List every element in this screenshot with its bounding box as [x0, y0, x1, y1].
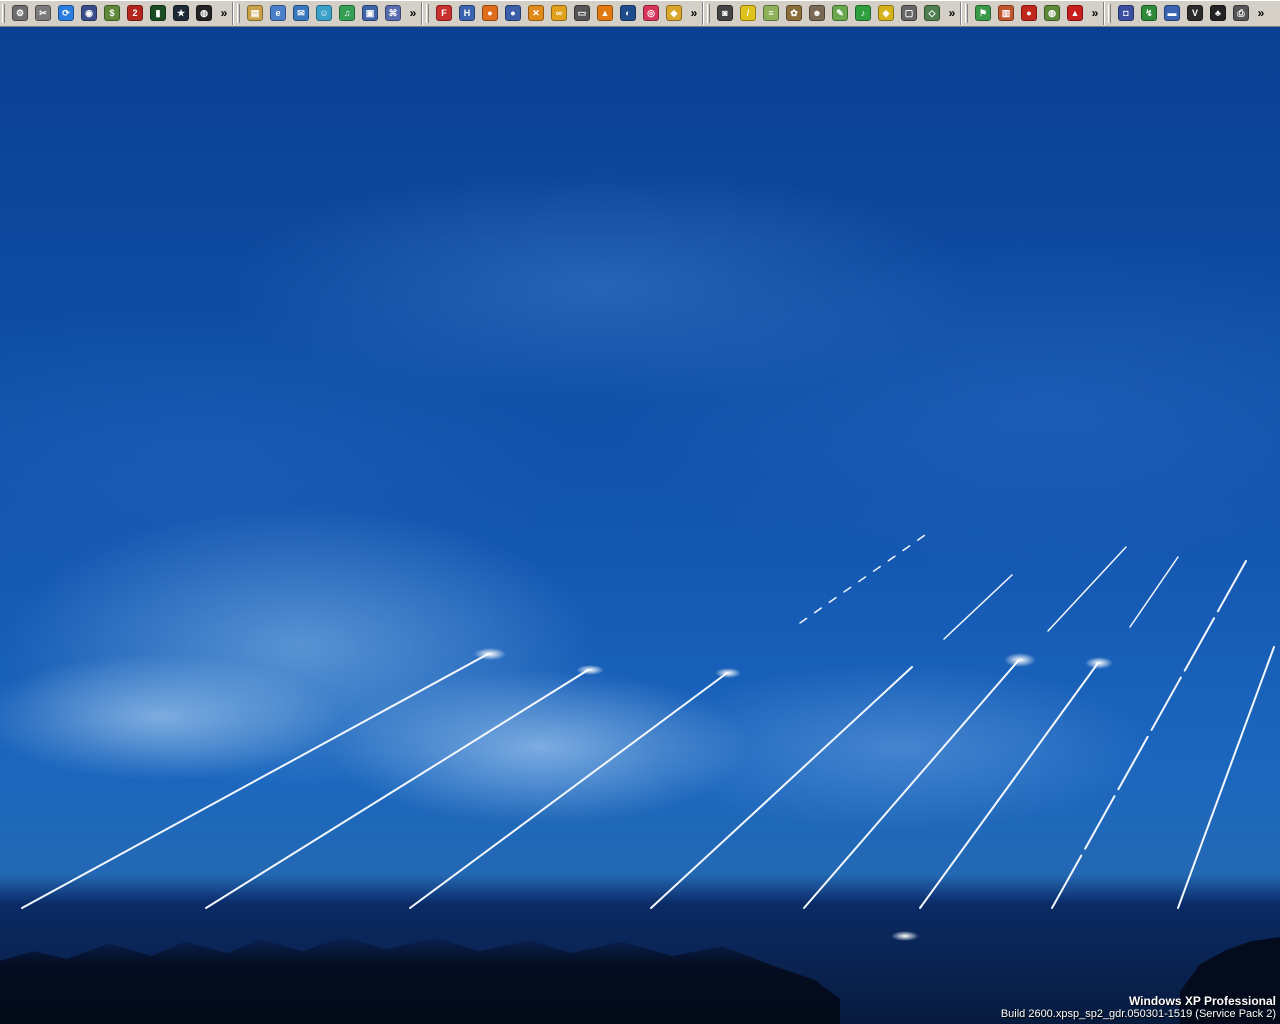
audio-icon[interactable]: ♪: [855, 5, 871, 21]
chat-icon[interactable]: ∞: [551, 5, 567, 21]
vr-icon[interactable]: V: [1187, 5, 1203, 21]
penguin-icon[interactable]: ♣: [1210, 5, 1226, 21]
acrobat-icon[interactable]: ▲: [1067, 5, 1083, 21]
toolbar-grip-handle[interactable]: [237, 3, 240, 23]
outlook-icon[interactable]: ✉: [293, 5, 309, 21]
disk-manager-icon[interactable]: ◉: [81, 5, 97, 21]
steam-icon[interactable]: ◍: [196, 5, 212, 21]
gimp-icon[interactable]: ☻: [809, 5, 825, 21]
toolbar-separator: [232, 1, 234, 25]
virtualbox-icon[interactable]: ◘: [1118, 5, 1134, 21]
flag-icon[interactable]: ⚑: [975, 5, 991, 21]
firefox-icon[interactable]: ●: [482, 5, 498, 21]
star-app-icon[interactable]: ★: [173, 5, 189, 21]
folder-icon[interactable]: ▤: [247, 5, 263, 21]
toolbar-group-2: ▤ e ✉ ☺ ♫ ▣ ⌘ »: [235, 0, 420, 27]
tools-icon[interactable]: ✂: [35, 5, 51, 21]
toolbar-grip-handle[interactable]: [965, 3, 968, 23]
toolbar-group-5: ⚑ ▥ ● ◍ ▲ »: [963, 0, 1102, 27]
toolbar-group-3: F H ● ● ✕ ∞ ▭ ▲ ◐ ◎ ◆ »: [424, 0, 701, 27]
toolbar-overflow-chevron[interactable]: »: [945, 6, 959, 20]
windows-version-watermark: Windows XP Professional Build 2600.xpsp_…: [1001, 994, 1276, 1020]
notes-icon[interactable]: ≡: [763, 5, 779, 21]
google-earth-icon[interactable]: ◐: [620, 5, 636, 21]
toolbar-grip-handle[interactable]: [2, 3, 5, 23]
toolbar-overflow-chevron[interactable]: »: [687, 6, 701, 20]
filezilla-icon[interactable]: F: [436, 5, 452, 21]
messenger-icon[interactable]: ☺: [316, 5, 332, 21]
toolbar-group-1: ⚙ ✂ ⟳ ◉ $2 ▮ ★ ◍ »: [0, 0, 231, 27]
palette-icon[interactable]: ✿: [786, 5, 802, 21]
media-icon[interactable]: ♫: [339, 5, 355, 21]
os-edition-label: Windows XP Professional: [1128, 994, 1276, 1008]
monitor-chart-icon[interactable]: ↯: [1141, 5, 1157, 21]
network-icon[interactable]: ⌘: [385, 5, 401, 21]
light-trails: [21, 534, 1275, 941]
toolbar-overflow-chevron[interactable]: »: [1254, 6, 1268, 20]
ticket-icon[interactable]: ◆: [666, 5, 682, 21]
toolbar-overflow-chevron[interactable]: »: [1088, 6, 1102, 20]
quick-launch-toolbar: ⚙ ✂ ⟳ ◉ $2 ▮ ★ ◍ » ▤ e ✉ ☺ ♫ ▣ ⌘ » F H ● ● ✕ ∞ ▭ ▲ ◐ ◎ ◆ » ◙ / ≡ ✿ ☻ ✎ ♪ ◈ ▢ ◇…: [0, 0, 1280, 27]
toolbar-grip-handle[interactable]: [1108, 3, 1111, 23]
html-editor-icon[interactable]: H: [459, 5, 475, 21]
x-tool-icon[interactable]: ✕: [528, 5, 544, 21]
desktop-wallpaper: [0, 27, 1280, 1024]
toolbar-separator: [702, 1, 704, 25]
world-icon[interactable]: ◍: [1044, 5, 1060, 21]
diamond-icon[interactable]: ◇: [924, 5, 940, 21]
image-viewer-icon[interactable]: ▭: [574, 5, 590, 21]
computer-icon[interactable]: ▬: [1164, 5, 1180, 21]
cd-burner-icon[interactable]: ◎: [643, 5, 659, 21]
toolbar-grip-handle[interactable]: [707, 3, 710, 23]
brush-icon[interactable]: ✎: [832, 5, 848, 21]
refresh-globe-icon[interactable]: ⟳: [58, 5, 74, 21]
toolbar-group-6: ◘ ↯ ▬ V ♣ ⎙ »: [1106, 0, 1268, 27]
window-icon[interactable]: ▢: [901, 5, 917, 21]
toolbar-grip-handle[interactable]: [426, 3, 429, 23]
money-icon[interactable]: $: [104, 5, 120, 21]
camera-icon[interactable]: ◙: [717, 5, 733, 21]
printer-icon[interactable]: ⎙: [1233, 5, 1249, 21]
os-build-label: Build 2600.xpsp_sp2_gdr.050301-1519 (Ser…: [1000, 1008, 1276, 1020]
terminal-icon[interactable]: ▮: [150, 5, 166, 21]
internet-explorer-icon[interactable]: e: [270, 5, 286, 21]
toolbar-overflow-chevron[interactable]: »: [406, 6, 420, 20]
toolbar-separator: [960, 1, 962, 25]
two-icon[interactable]: 2: [127, 5, 143, 21]
pencil-icon[interactable]: /: [740, 5, 756, 21]
thunderbird-icon[interactable]: ●: [505, 5, 521, 21]
toolbar-separator: [1103, 1, 1105, 25]
toolbar-separator: [421, 1, 423, 25]
toolbar-overflow-chevron[interactable]: »: [217, 6, 231, 20]
vlc-icon[interactable]: ▲: [597, 5, 613, 21]
record-icon[interactable]: ●: [1021, 5, 1037, 21]
remote-desktop-icon[interactable]: ▣: [362, 5, 378, 21]
gear-wrench-icon[interactable]: ⚙: [12, 5, 28, 21]
book-icon[interactable]: ▥: [998, 5, 1014, 21]
toolbar-group-4: ◙ / ≡ ✿ ☻ ✎ ♪ ◈ ▢ ◇ »: [705, 0, 959, 27]
media-center-icon[interactable]: ◈: [878, 5, 894, 21]
